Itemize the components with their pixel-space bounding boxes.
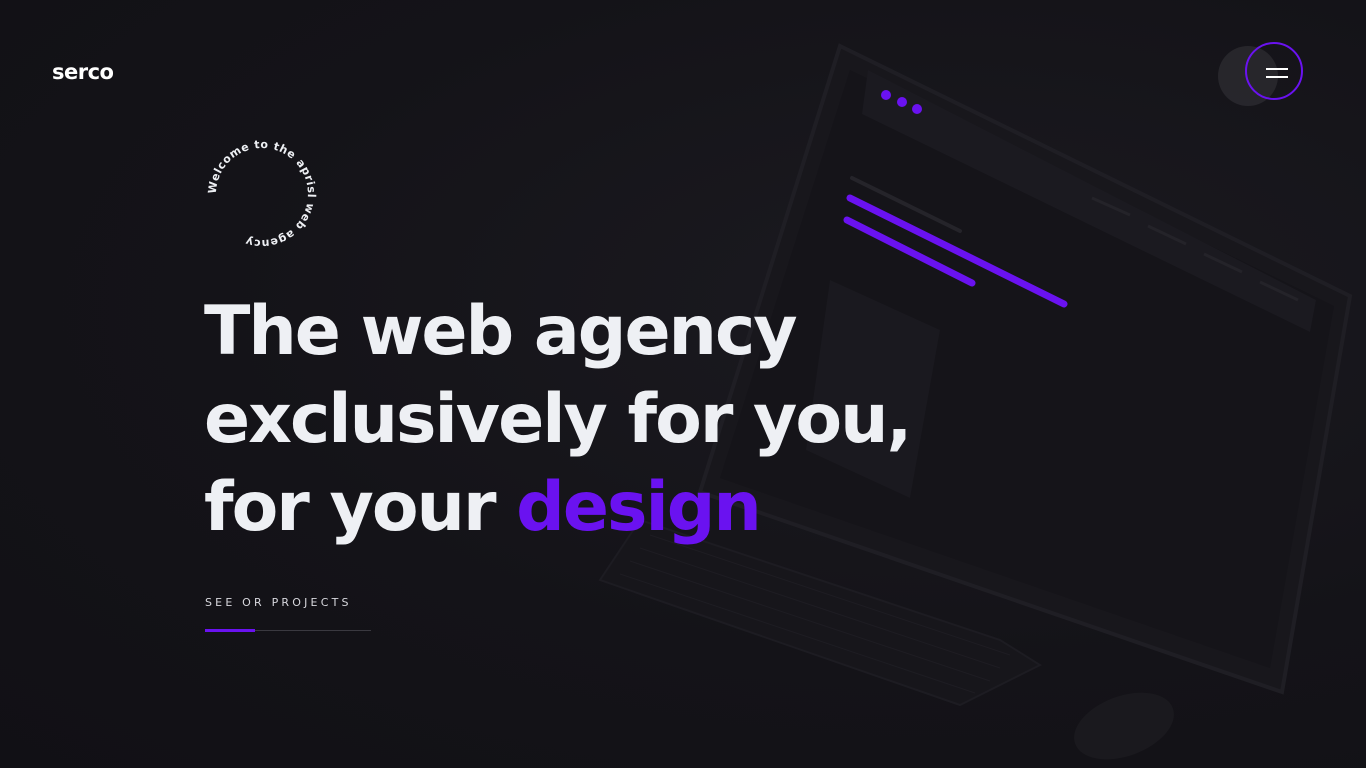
headline-line-3-prefix: for your	[204, 468, 517, 547]
svg-text:Welcome to the aprisl web agen: Welcome to the aprisl web agency	[206, 138, 318, 250]
hero-page: serco Welcome to the aprisl web agency T…	[0, 0, 1366, 768]
headline-accent-word: design	[516, 468, 762, 547]
badge-text: Welcome to the aprisl web agency	[206, 138, 318, 250]
hamburger-menu-icon	[1266, 68, 1288, 70]
menu-button[interactable]	[1245, 42, 1303, 100]
see-projects-link[interactable]: SEE OR PROJECTS	[205, 596, 352, 609]
hero-headline: The web agency exclusively for you, for …	[204, 288, 912, 552]
headline-line-2: exclusively for you,	[204, 380, 912, 459]
hamburger-menu-icon-line	[1266, 76, 1288, 78]
headline-line-1: The web agency	[204, 292, 798, 371]
cta-underline	[205, 629, 371, 632]
brand-logo[interactable]: serco	[52, 60, 114, 84]
welcome-circular-badge: Welcome to the aprisl web agency	[206, 138, 318, 250]
cta-underline-accent	[205, 629, 255, 632]
